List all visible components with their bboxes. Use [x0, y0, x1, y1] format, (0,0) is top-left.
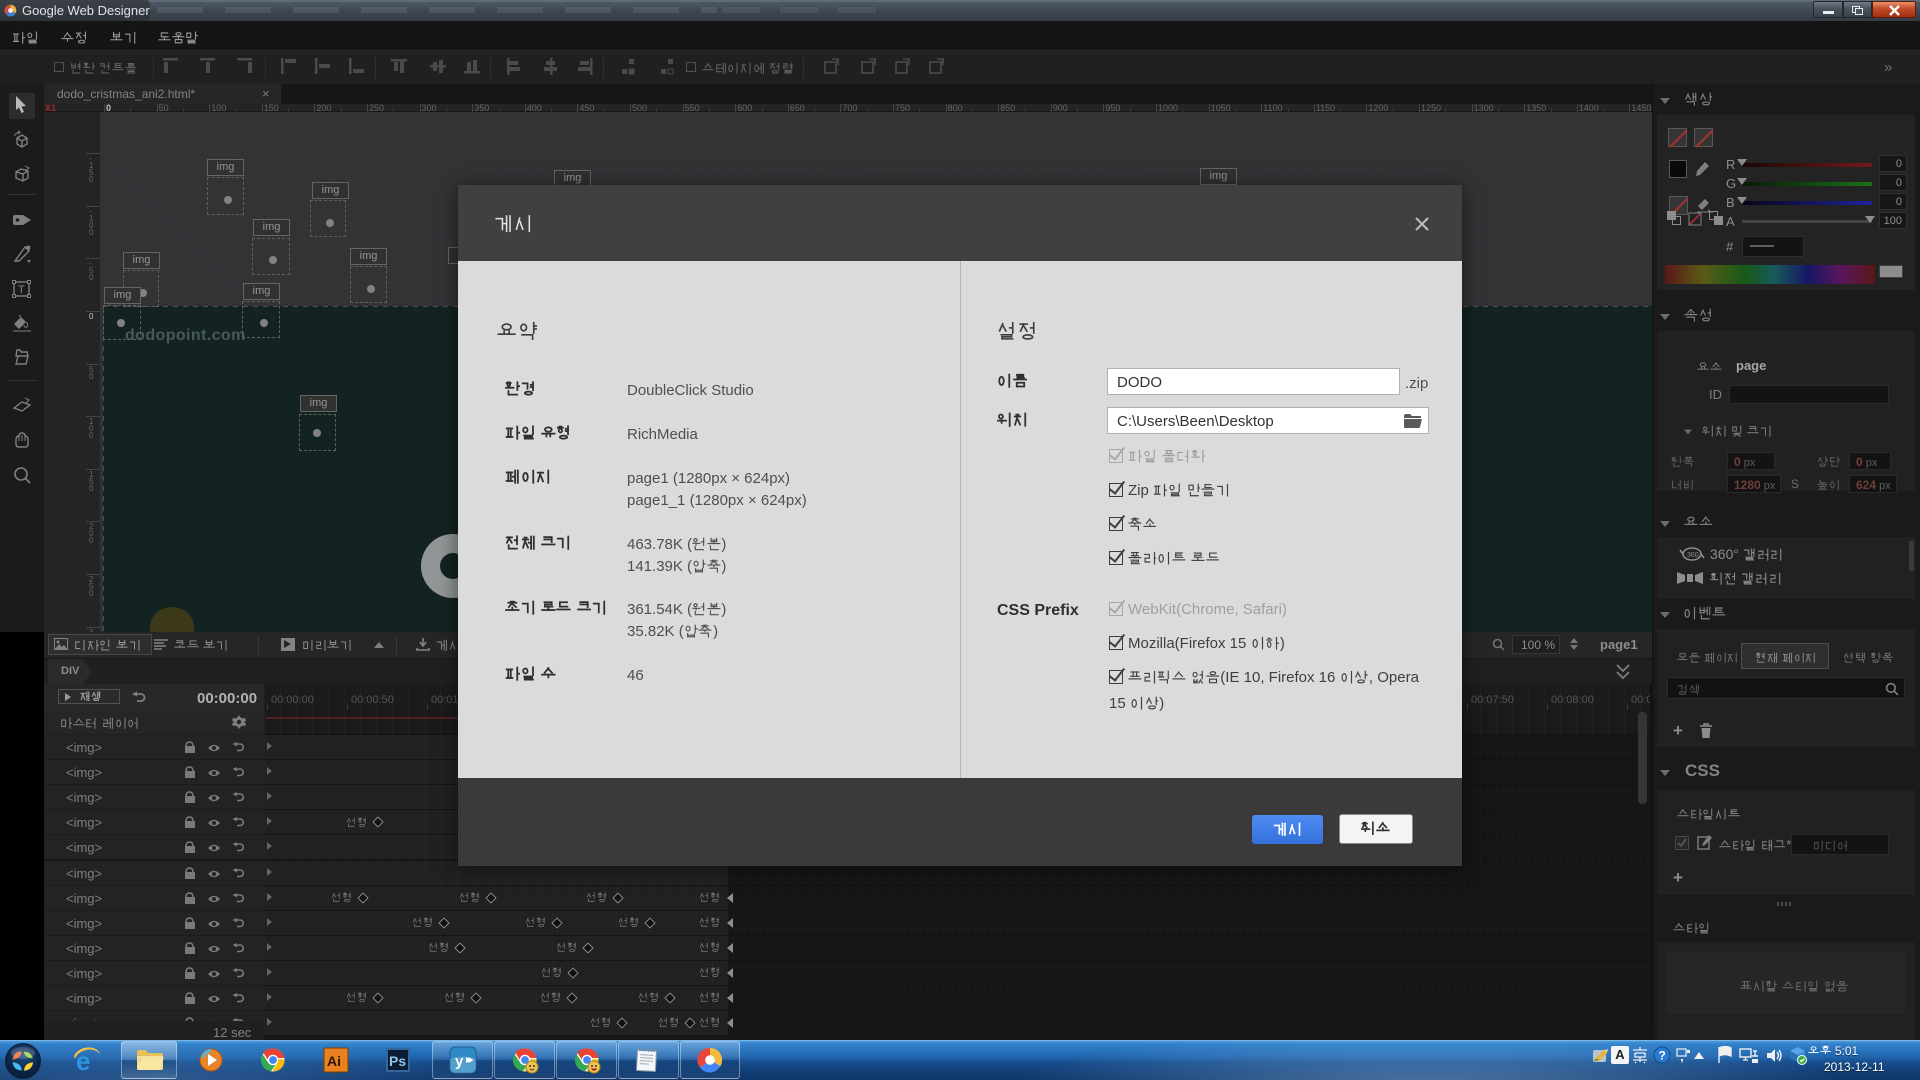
svg-text:y: y	[455, 1053, 464, 1070]
svg-text:Ai: Ai	[327, 1053, 341, 1069]
svg-text:?: ?	[1659, 1049, 1666, 1063]
svg-text:Ps: Ps	[389, 1053, 406, 1069]
